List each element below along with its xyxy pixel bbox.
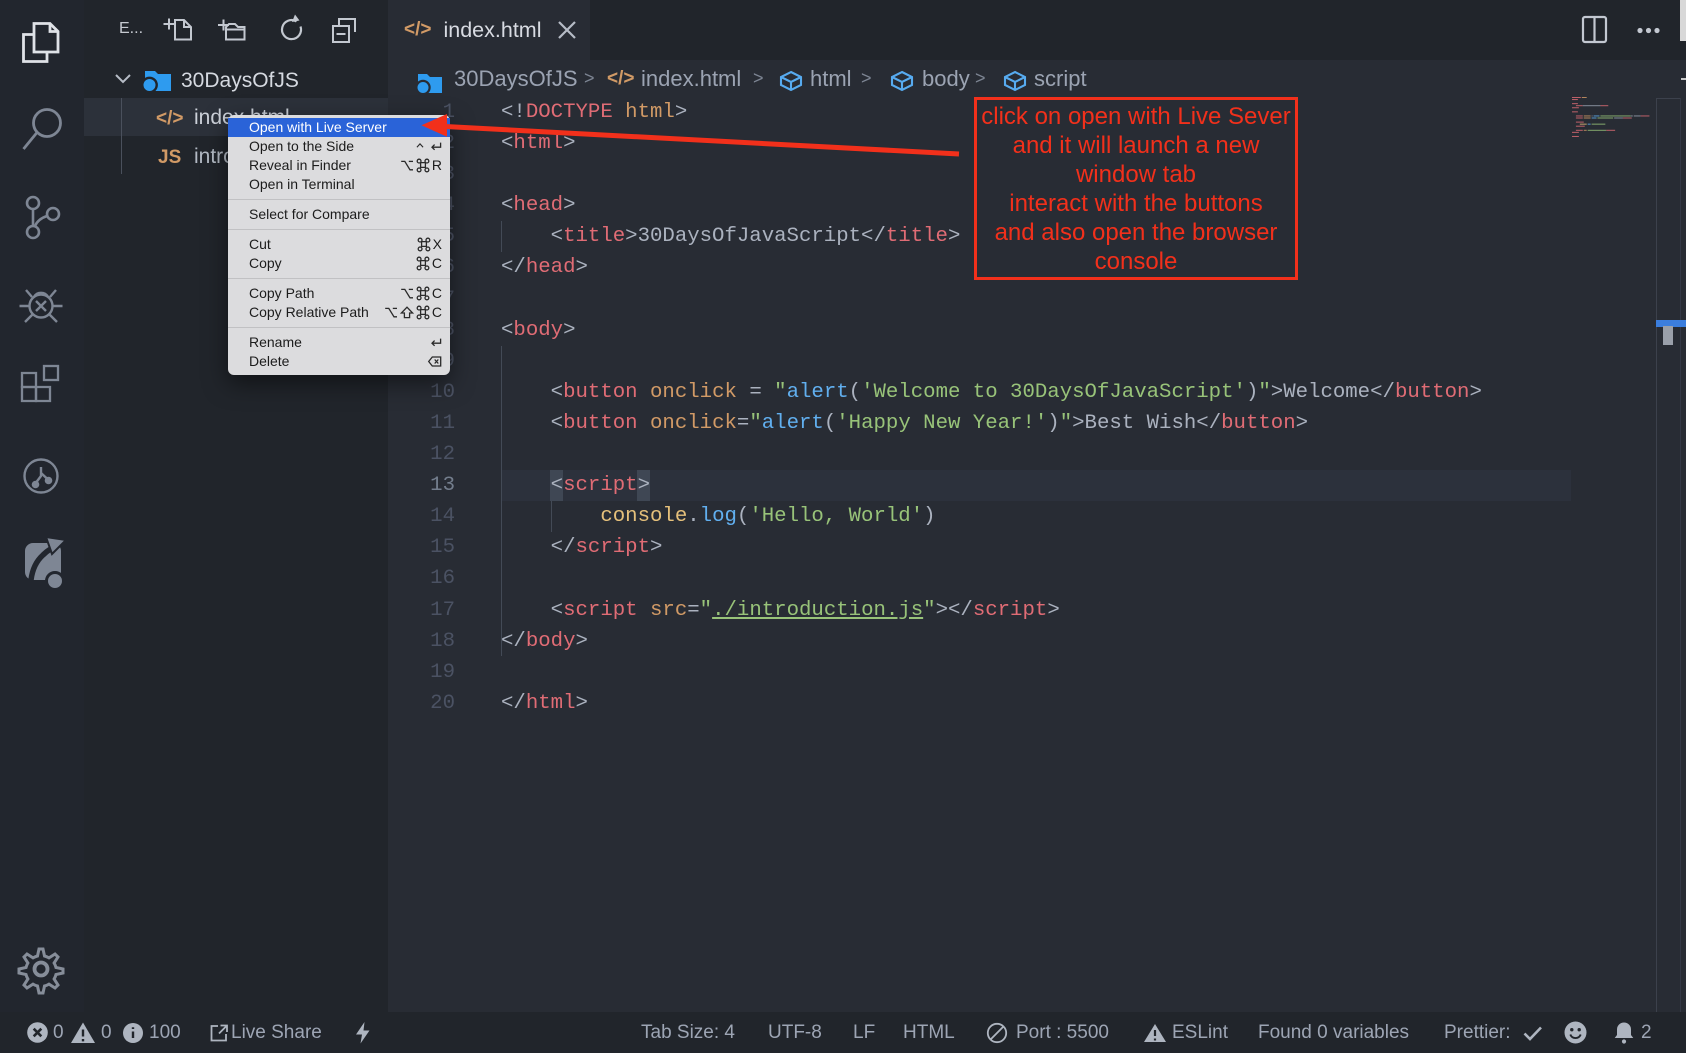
svg-text:JS: JS <box>158 147 181 168</box>
svg-text:30DaysOfJS: 30DaysOfJS <box>181 69 299 92</box>
svg-text:</>: </> <box>156 108 183 129</box>
